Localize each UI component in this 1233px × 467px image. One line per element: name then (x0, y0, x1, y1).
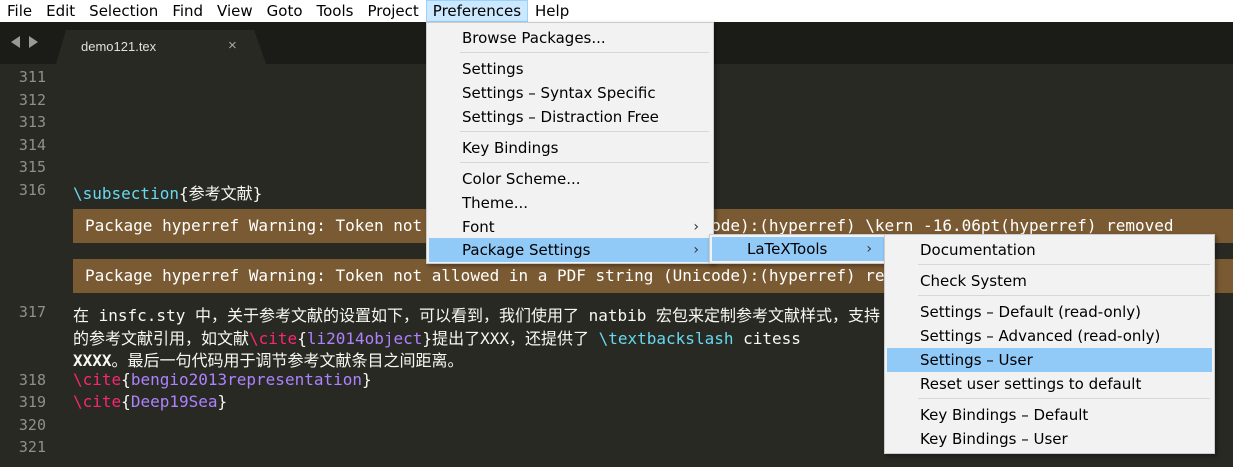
line-number: 315 (18, 158, 46, 176)
menu-selection[interactable]: Selection (82, 0, 165, 22)
menu-item-settings[interactable]: Settings (429, 57, 711, 81)
line-number: 311 (18, 68, 46, 86)
menu-help[interactable]: Help (528, 0, 576, 22)
chevron-right-icon: › (693, 219, 699, 235)
code-line-319: \cite{Deep19Sea} (73, 392, 227, 411)
menu-item-settings-default[interactable]: Settings – Default (read-only) (887, 300, 1212, 324)
menu-separator (460, 52, 709, 53)
menu-item-label: Package Settings (462, 241, 591, 259)
line-number: 312 (18, 91, 46, 109)
menu-item-reset-user-settings[interactable]: Reset user settings to default (887, 372, 1212, 396)
menu-find[interactable]: Find (165, 0, 210, 22)
line-number: 314 (18, 136, 46, 154)
text-segment: 提出了XXX，还提供了 (432, 329, 599, 348)
subsection-arg: {参考文献} (178, 184, 263, 203)
menu-item-settings-user[interactable]: Settings – User (887, 348, 1212, 372)
menu-tools[interactable]: Tools (310, 0, 361, 22)
close-icon[interactable]: × (228, 37, 237, 54)
brace: { (121, 392, 131, 411)
menu-edit[interactable]: Edit (39, 0, 82, 22)
menu-project[interactable]: Project (360, 0, 425, 22)
menu-item-check-system[interactable]: Check System (887, 269, 1212, 293)
menu-item-documentation[interactable]: Documentation (887, 238, 1212, 262)
code-line-318: \cite{bengio2013representation} (73, 370, 372, 389)
textbackslash-command: \textbackslash (598, 329, 734, 348)
brace: { (121, 370, 131, 389)
cite-key: li2014object (306, 329, 423, 348)
line-number: 320 (18, 416, 46, 434)
code-line-317a: 在 insfc.sty 中，关于参考文献的设置如下，可以看到，我们使用了 nat… (73, 306, 881, 325)
chevron-right-icon: › (866, 241, 872, 257)
menu-item-key-bindings-user[interactable]: Key Bindings – User (887, 427, 1212, 451)
menu-goto[interactable]: Goto (260, 0, 310, 22)
menu-item-key-bindings[interactable]: Key Bindings (429, 136, 711, 160)
line-number: 316 (18, 181, 46, 199)
text-segment: citess (733, 329, 801, 348)
preferences-menu: Browse Packages... Settings Settings – S… (426, 22, 714, 264)
brace: { (297, 329, 307, 348)
tab-title: demo121.tex (81, 39, 157, 54)
cite-command: \cite (249, 329, 298, 348)
code-line-316: \subsection{参考文献} (73, 180, 262, 204)
menu-file[interactable]: File (0, 0, 39, 22)
menu-item-package-settings[interactable]: Package Settings › (429, 238, 711, 262)
cite-key: Deep19Sea (130, 392, 218, 411)
line-number: 317 (18, 303, 46, 321)
tab-nav-left-icon[interactable] (11, 36, 20, 48)
tab-demo121[interactable]: demo121.tex × (56, 30, 266, 64)
menu-separator (460, 162, 709, 163)
line-number: 319 (18, 393, 46, 411)
menu-separator (918, 295, 1210, 296)
code-line-317c: XXXX。最后一句代码用于调节参考文献条目之间距离。 (73, 347, 464, 371)
latextools-submenu: Documentation Check System Settings – De… (884, 234, 1215, 454)
cite-key: bengio2013representation (130, 370, 362, 389)
menu-bar: File Edit Selection Find View Goto Tools… (0, 0, 1233, 22)
menu-item-settings-distraction-free[interactable]: Settings – Distraction Free (429, 105, 711, 129)
menu-separator (918, 398, 1210, 399)
menu-item-browse-packages[interactable]: Browse Packages... (429, 26, 711, 50)
cite-command: \cite (73, 370, 122, 389)
menu-item-label: LaTeXTools (747, 240, 828, 258)
cite-command: \cite (73, 392, 122, 411)
menu-view[interactable]: View (210, 0, 260, 22)
menu-preferences[interactable]: Preferences (425, 0, 529, 22)
text-segment: 。最后一句代码用于调节参考文献条目之间距离。 (111, 351, 464, 370)
code-line-317b: 的参考文献引用，如文献\cite{li2014object}提出了XXX，还提供… (73, 325, 801, 349)
menu-item-color-scheme[interactable]: Color Scheme... (429, 167, 711, 191)
menu-separator (918, 264, 1210, 265)
brace: } (422, 329, 433, 348)
line-number: 321 (18, 438, 46, 456)
menu-item-font[interactable]: Font › (429, 215, 711, 239)
menu-separator (460, 131, 709, 132)
menu-item-theme[interactable]: Theme... (429, 191, 711, 215)
line-number: 318 (18, 371, 46, 389)
brace: } (362, 370, 372, 389)
subsection-command: \subsection (73, 184, 179, 203)
line-number: 313 (18, 113, 46, 131)
tab-nav-right-icon[interactable] (29, 36, 38, 48)
menu-item-settings-advanced[interactable]: Settings – Advanced (read-only) (887, 324, 1212, 348)
menu-item-latextools[interactable]: LaTeXTools › (712, 237, 884, 261)
package-settings-submenu: LaTeXTools › (709, 234, 887, 264)
menu-item-key-bindings-default[interactable]: Key Bindings – Default (887, 403, 1212, 427)
menu-item-label: Font (462, 218, 495, 236)
bold-text: XXXX (73, 351, 112, 370)
brace: } (217, 392, 228, 411)
chevron-right-icon: › (693, 242, 699, 258)
menu-item-settings-syntax-specific[interactable]: Settings – Syntax Specific (429, 81, 711, 105)
text-segment: 的参考文献引用，如文献 (73, 329, 250, 348)
